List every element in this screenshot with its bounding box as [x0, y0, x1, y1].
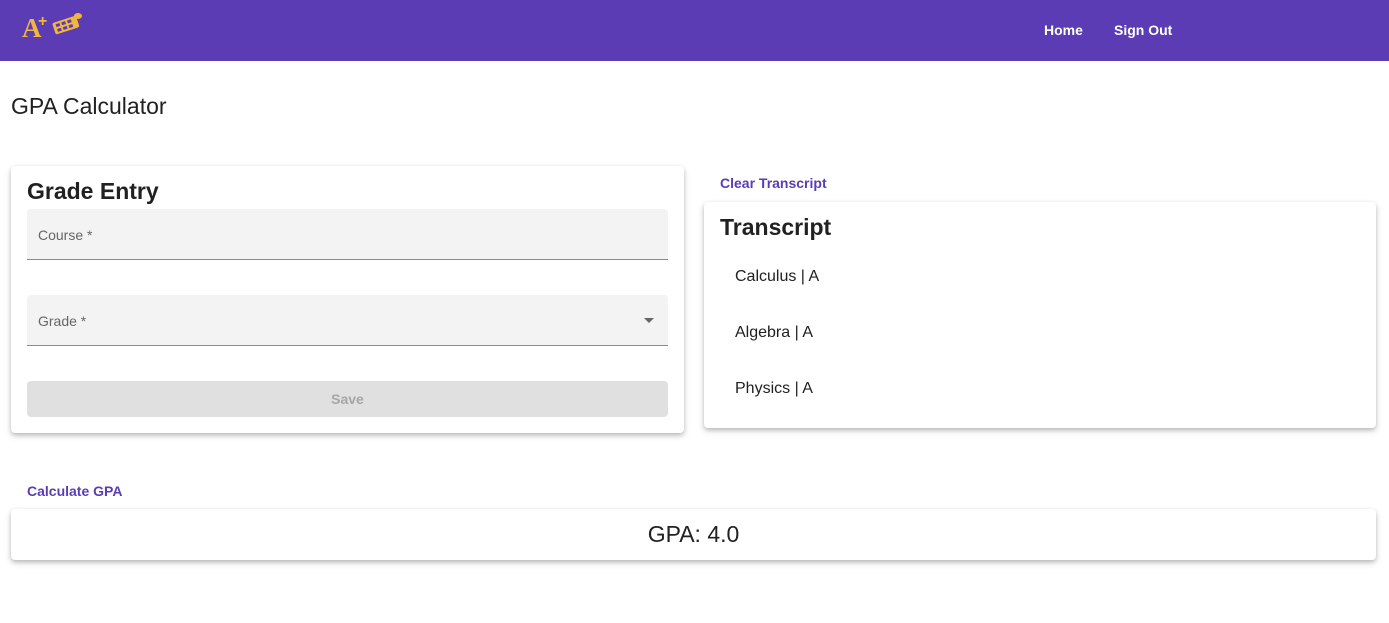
- home-nav-button[interactable]: Home: [1044, 19, 1083, 41]
- transcript-item: Calculus | A: [735, 268, 820, 285]
- transcript-item: Algebra | A: [735, 324, 813, 341]
- app-bar: A + Home Sign Out: [0, 0, 1389, 61]
- sign-out-button[interactable]: Sign Out: [1114, 19, 1172, 41]
- grade-entry-card: Grade Entry Course * Grade * Save: [11, 166, 684, 433]
- grade-select[interactable]: Grade *: [27, 295, 668, 346]
- a-plus-logo-icon[interactable]: A +: [22, 10, 84, 43]
- course-input[interactable]: Course *: [27, 209, 668, 260]
- grade-entry-title: Grade Entry: [27, 178, 159, 204]
- caret-down-icon: [644, 318, 654, 323]
- transcript-item: Physics | A: [735, 380, 813, 397]
- gpa-value: GPA: 4.0: [647, 521, 740, 547]
- save-button[interactable]: Save: [27, 381, 668, 417]
- page-title: GPA Calculator: [11, 93, 167, 119]
- calculate-gpa-button[interactable]: Calculate GPA: [27, 483, 122, 499]
- transcript-title: Transcript: [720, 214, 832, 240]
- transcript-card: Transcript Calculus | A Algebra | A Phys…: [704, 202, 1376, 428]
- course-label: Course *: [38, 227, 93, 243]
- svg-text:+: +: [38, 13, 47, 30]
- clear-transcript-button[interactable]: Clear Transcript: [720, 175, 827, 191]
- gpa-result-card: GPA: 4.0: [11, 509, 1376, 560]
- grade-label: Grade *: [38, 313, 87, 329]
